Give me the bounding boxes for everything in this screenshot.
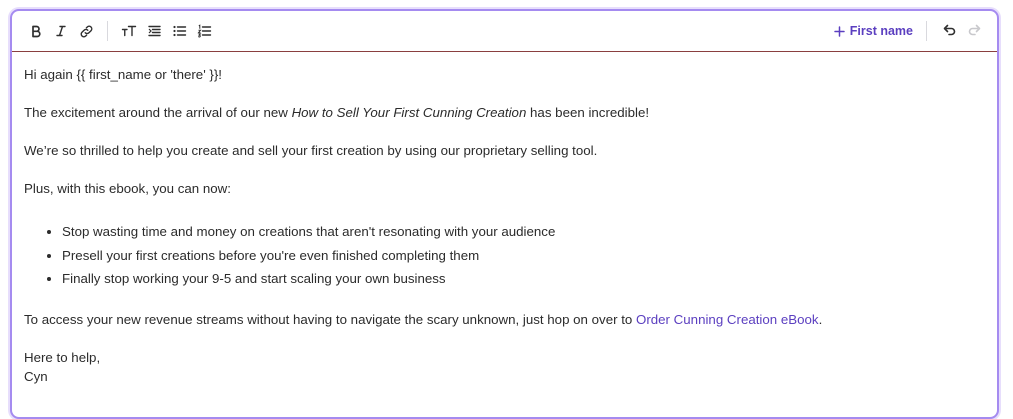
list-item: Presell your first creations before you'… (62, 244, 985, 268)
link-icon (80, 25, 92, 37)
editor-content[interactable]: Hi again {{ first_name or 'there' }}! Th… (12, 52, 997, 386)
toolbar-divider-right (926, 21, 927, 41)
align-button[interactable] (142, 19, 166, 43)
bullet-list-button[interactable] (167, 19, 191, 43)
link-button[interactable] (74, 19, 98, 43)
benefits-list: Stop wasting time and money on creations… (24, 220, 985, 291)
paragraph-excitement-end: has been incredible! (526, 105, 650, 120)
insert-first-name-label: First name (849, 24, 913, 38)
paragraph-excitement: The excitement around the arrival of our… (24, 103, 985, 122)
numbered-list-button[interactable] (192, 19, 216, 43)
bullet-list-icon (172, 25, 186, 37)
numbered-list-icon (196, 24, 211, 38)
toolbar-divider (107, 21, 108, 41)
order-ebook-link[interactable]: Order Cunning Creation eBook (636, 312, 819, 327)
email-body-editor[interactable]: First name Hi again {{ first_name or 'th… (10, 9, 999, 419)
redo-button[interactable] (962, 19, 986, 43)
text-size-icon (121, 25, 137, 37)
undo-button[interactable] (937, 19, 961, 43)
paragraph-excitement-start: The excitement around the arrival of our… (24, 105, 292, 120)
paragraph-thrilled: We’re so thrilled to help you create and… (24, 143, 598, 158)
greeting-line: Hi again {{ first_name or 'there' }}! (24, 67, 222, 82)
bold-button[interactable] (24, 19, 48, 43)
signature-line: Cyn (24, 368, 48, 384)
paragraph-access-end: . (818, 311, 823, 327)
paragraph-access: To access your new revenue streams witho… (24, 310, 985, 329)
text-size-button[interactable] (117, 19, 141, 43)
insert-first-name-button[interactable]: First name (834, 24, 913, 38)
signoff-line: Here to help, (24, 349, 101, 365)
plus-icon (834, 25, 845, 37)
redo-icon (968, 24, 980, 36)
italic-icon (56, 25, 66, 37)
italic-button[interactable] (49, 19, 73, 43)
align-icon (147, 25, 161, 37)
list-item: Stop wasting time and money on creations… (62, 220, 985, 244)
list-item: Finally stop working your 9-5 and start … (62, 267, 985, 291)
bold-icon (32, 25, 41, 38)
editor-toolbar: First name (12, 11, 997, 52)
paragraph-plus: Plus, with this ebook, you can now: (24, 181, 231, 196)
paragraph-access-start: To access your new revenue streams witho… (24, 311, 636, 327)
undo-icon (943, 24, 955, 36)
ebook-title: How to Sell Your First Cunning Creation (291, 105, 527, 120)
